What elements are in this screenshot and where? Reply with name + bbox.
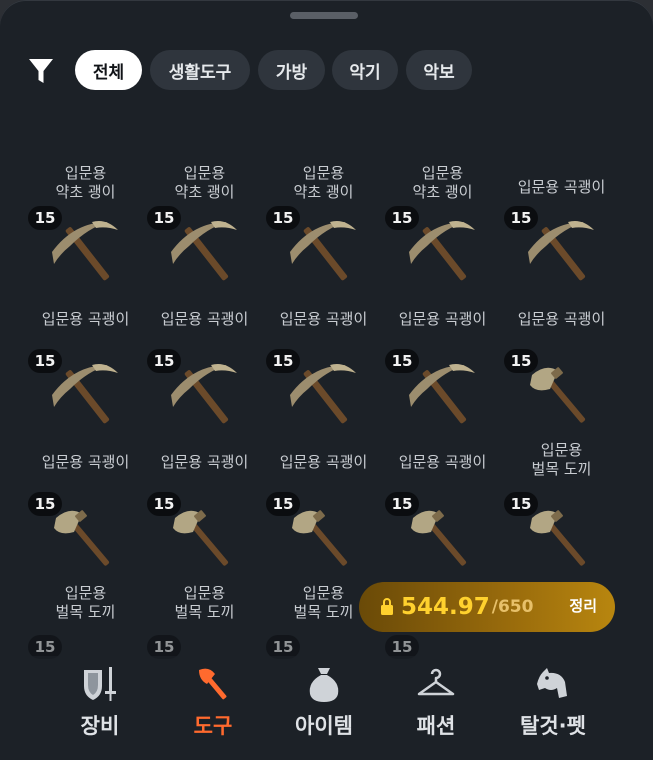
item-name: 입문용 곡괭이 [517, 310, 606, 328]
item-name: 입문용 곡괭이 [41, 453, 130, 471]
item-slot[interactable]: 15 입문용 벌목 도끼 [502, 349, 621, 492]
item-slot[interactable]: 15 입문용 벌목 도끼 [145, 492, 264, 635]
item-name: 입문용 곡괭이 [517, 178, 606, 196]
level-badge: 15 [385, 206, 419, 230]
nav-mounts-pets[interactable]: 탈것·펫 [498, 664, 608, 754]
tab-all[interactable]: 전체 [75, 50, 142, 90]
level-badge: 15 [385, 492, 419, 516]
item-name: 입문용 곡괭이 [398, 453, 487, 471]
level-badge: 15 [266, 206, 300, 230]
horse-icon [537, 668, 567, 698]
item-slot[interactable]: 입문용 약초 괭이 [264, 96, 383, 201]
item-name: 입문용 곡괭이 [279, 453, 368, 471]
item-name: 입문용 벌목 도끼 [531, 441, 592, 478]
level-badge: 15 [266, 492, 300, 516]
item-name: 입문용 약초 괭이 [174, 164, 235, 201]
item-slot[interactable]: 15 입문용 곡괭이 [26, 206, 145, 349]
item-name: 입문용 벌목 도끼 [55, 584, 116, 621]
nav-fashion[interactable]: 패션 [386, 664, 486, 754]
nav-label: 아이템 [295, 714, 353, 738]
shield-sword-icon [84, 667, 116, 701]
bottom-nav: 장비 도구 아이템 패션 탈것·펫 [0, 656, 653, 760]
item-name: 입문용 곡괭이 [41, 310, 130, 328]
nav-items[interactable]: 아이템 [274, 664, 374, 754]
level-badge: 15 [385, 349, 419, 373]
item-name: 입문용 곡괭이 [398, 310, 487, 328]
item-slot[interactable]: 15 입문용 곡괭이 [383, 349, 502, 492]
nav-label: 탈것·펫 [520, 714, 586, 738]
item-slot[interactable]: 15 입문용 곡괭이 [264, 349, 383, 492]
level-badge: 15 [28, 492, 62, 516]
item-slot[interactable]: 15 입문용 벌목 도끼 [26, 492, 145, 635]
item-name: 입문용 약초 괭이 [412, 164, 473, 201]
filter-icon[interactable] [28, 57, 54, 85]
item-grid: 입문용 약초 괭이 입문용 약초 괭이 입문용 약초 괭이 입문용 약초 괭이 입문용 … [0, 96, 653, 660]
nav-label: 패션 [416, 714, 456, 738]
weight-current: 544.97 [401, 594, 490, 620]
level-badge: 15 [504, 349, 538, 373]
tab-life-tools[interactable]: 생활도구 [150, 50, 250, 90]
item-name: 입문용 곡괭이 [160, 310, 249, 328]
item-slot[interactable]: 15 입문용 곡괭이 [145, 349, 264, 492]
hanger-icon [417, 668, 455, 696]
level-badge: 15 [504, 206, 538, 230]
drag-handle[interactable] [290, 12, 358, 19]
weight-max: /650 [491, 597, 534, 617]
item-name: 입문용 벌목 도끼 [174, 584, 235, 621]
item-name: 입문용 곡괭이 [160, 453, 249, 471]
level-badge: 15 [147, 349, 181, 373]
tab-bags[interactable]: 가방 [258, 50, 325, 90]
sort-button[interactable]: 정리 [569, 595, 597, 616]
filter-bar: 전체 생활도구 가방 악기 악보 [0, 50, 653, 92]
inventory-panel: 전체 생활도구 가방 악기 악보 입문용 약초 괭이 입문용 약초 괭이 입문용 약… [0, 0, 653, 760]
item-slot[interactable]: 15 입문용 곡괭이 [26, 349, 145, 492]
weight-indicator[interactable]: 544.97 /650 정리 [359, 582, 615, 632]
item-name: 입문용 약초 괭이 [55, 164, 116, 201]
axe-icon [199, 668, 227, 700]
item-slot[interactable]: 입문용 약초 괭이 [145, 96, 264, 201]
level-badge: 15 [147, 492, 181, 516]
item-name: 입문용 곡괭이 [279, 310, 368, 328]
item-name: 입문용 약초 괭이 [293, 164, 354, 201]
nav-label: 장비 [80, 714, 120, 738]
item-slot[interactable]: 입문용 약초 괭이 [383, 96, 502, 201]
item-slot[interactable]: 15 입문용 곡괭이 [145, 206, 264, 349]
tab-instruments[interactable]: 악기 [332, 50, 398, 90]
item-row: 15 입문용 곡괭이 15 입문용 곡괭이 15 입문용 곡괭이 15 입문용 곡괭이 15 입문… [0, 349, 653, 492]
item-slot[interactable]: 15 입문용 곡괭이 [264, 206, 383, 349]
item-row: 15 입문용 곡괭이 15 입문용 곡괭이 15 입문용 곡괭이 15 입문용 곡괭이 15 입문… [0, 206, 653, 349]
item-row: 입문용 약초 괭이 입문용 약초 괭이 입문용 약초 괭이 입문용 약초 괭이 입문용 … [0, 96, 653, 201]
weight-icon [381, 598, 393, 615]
nav-tools[interactable]: 도구 [163, 664, 263, 754]
nav-label: 도구 [193, 714, 233, 738]
level-badge: 15 [28, 206, 62, 230]
level-badge: 15 [28, 349, 62, 373]
item-slot[interactable]: 입문용 곡괭이 [502, 96, 621, 196]
pouch-icon [309, 668, 339, 702]
level-badge: 15 [504, 492, 538, 516]
nav-equipment[interactable]: 장비 [50, 664, 150, 754]
tab-sheet-music[interactable]: 악보 [406, 50, 472, 90]
item-slot[interactable]: 15 입문용 곡괭이 [383, 206, 502, 349]
level-badge: 15 [266, 349, 300, 373]
item-slot[interactable]: 입문용 약초 괭이 [26, 96, 145, 201]
level-badge: 15 [147, 206, 181, 230]
item-slot[interactable]: 15 입문용 곡괭이 [502, 206, 621, 349]
